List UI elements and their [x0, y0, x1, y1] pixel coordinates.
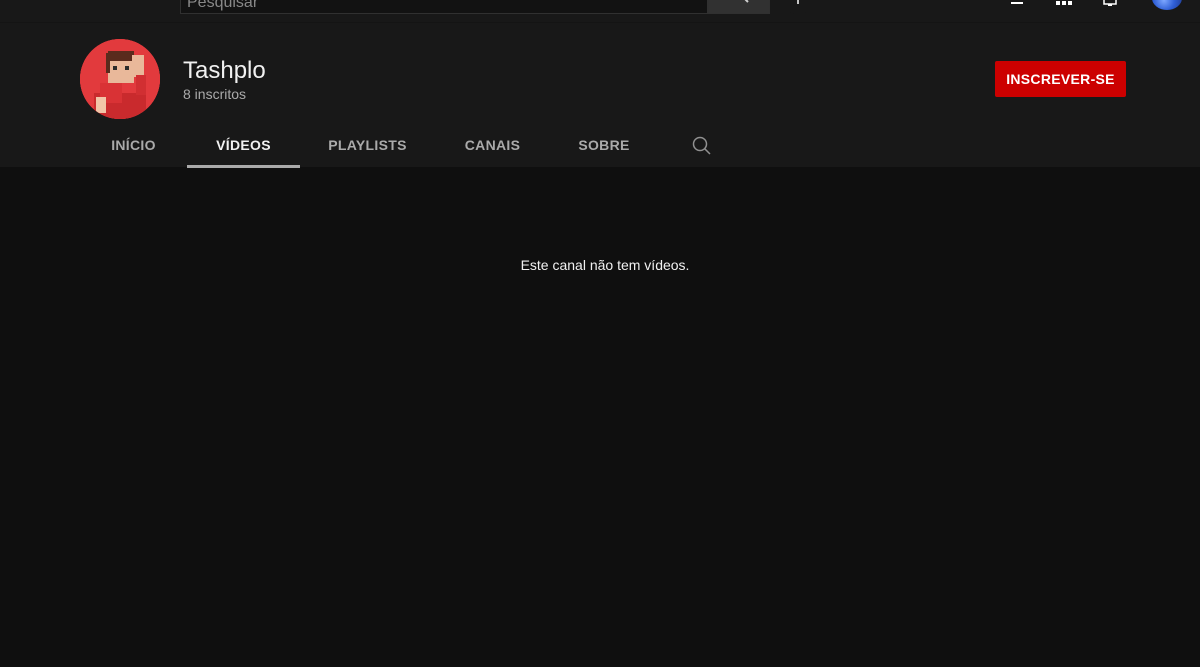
notifications-icon[interactable]: [1101, 0, 1119, 6]
search-placeholder: Pesquisar: [187, 0, 259, 11]
search-icon: [744, 0, 749, 3]
channel-tabs: INÍCIO VÍDEOS PLAYLISTS CANAIS SOBRE: [80, 123, 780, 168]
tab-canais[interactable]: CANAIS: [435, 123, 550, 168]
tab-sobre[interactable]: SOBRE: [550, 123, 658, 168]
apps-icon[interactable]: [1055, 0, 1073, 6]
search-input[interactable]: Pesquisar: [180, 0, 708, 14]
empty-videos-message: Este canal não tem vídeos.: [520, 257, 690, 273]
channel-name[interactable]: Tashplo: [183, 57, 266, 85]
avatar[interactable]: [1152, 0, 1182, 10]
tab-playlists[interactable]: PLAYLISTS: [300, 123, 435, 168]
tab-inicio[interactable]: INÍCIO: [80, 123, 187, 168]
search-button[interactable]: [708, 0, 770, 14]
channel-search-icon[interactable]: [690, 134, 714, 158]
channel-avatar: [80, 39, 160, 119]
mic-icon: [797, 0, 799, 4]
channel-header: Tashplo 8 inscritos INSCREVER-SE INÍCIO …: [0, 22, 1200, 168]
subscriber-count: 8 inscritos: [183, 86, 247, 102]
create-video-icon[interactable]: [1010, 0, 1024, 6]
tab-videos[interactable]: VÍDEOS: [187, 123, 300, 168]
subscribe-button[interactable]: INSCREVER-SE: [995, 61, 1126, 97]
voice-search-button[interactable]: [778, 0, 818, 14]
masthead: Pesquisar: [0, 0, 1200, 22]
